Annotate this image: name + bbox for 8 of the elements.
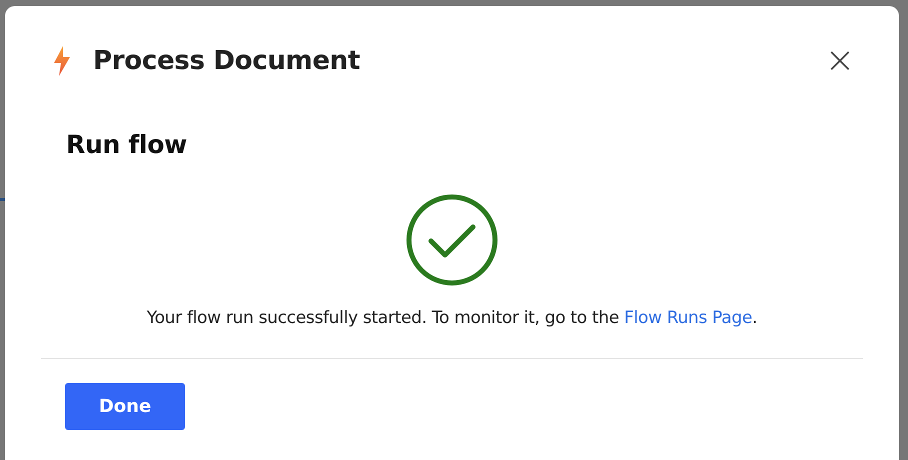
flow-runs-link[interactable]: Flow Runs Page — [624, 308, 752, 328]
status-message: Your flow run successfully started. To monitor it, go to the Flow Runs Page. — [146, 308, 758, 328]
dialog-heading: Run flow — [66, 130, 188, 159]
done-button[interactable]: Done — [65, 383, 185, 430]
success-check-icon — [406, 194, 498, 286]
close-button[interactable]: × — [820, 46, 859, 76]
lightning-icon — [52, 45, 72, 77]
dialog-title: Process Document — [93, 46, 362, 76]
